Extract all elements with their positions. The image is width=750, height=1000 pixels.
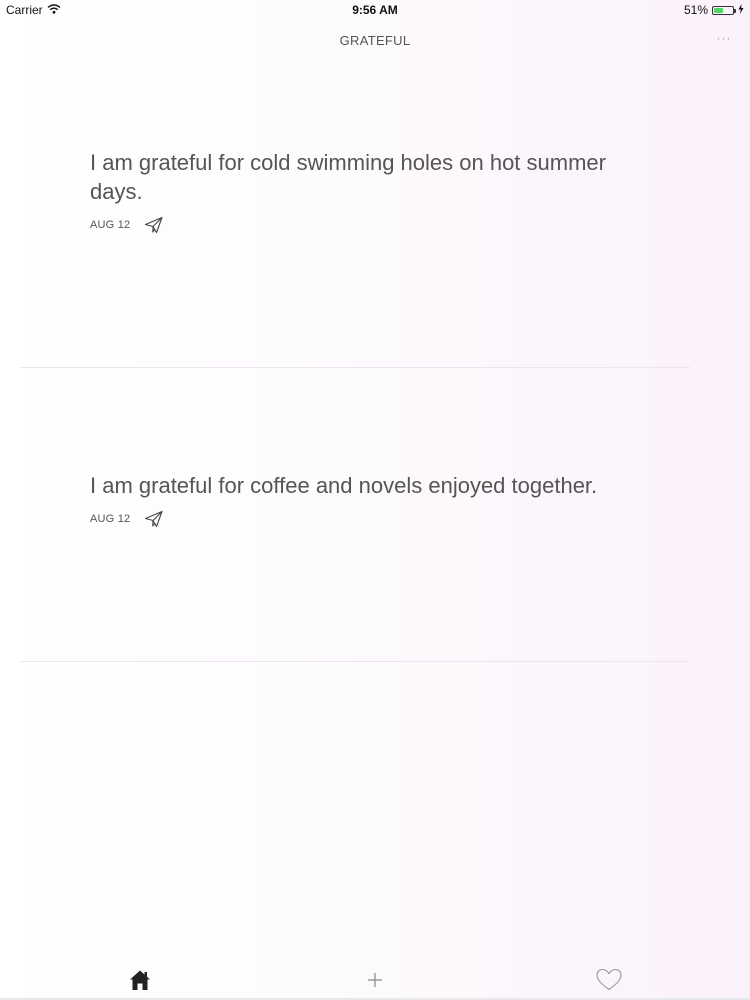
charging-bolt-icon <box>738 3 744 17</box>
entry-divider <box>20 661 690 662</box>
tab-home[interactable] <box>120 968 160 996</box>
entry-text: I am grateful for coffee and novels enjo… <box>90 473 598 498</box>
tab-add[interactable] <box>355 968 395 996</box>
entry-date: AUG 12 <box>90 513 131 525</box>
battery-icon <box>712 5 736 15</box>
tab-favorites[interactable] <box>589 968 629 996</box>
battery-percent: 51% <box>683 3 708 17</box>
entry-divider <box>20 367 690 368</box>
entry-date: AUG 12 <box>90 219 131 231</box>
plus-icon <box>366 971 384 994</box>
status-time: 9:56 AM <box>352 3 398 17</box>
status-bar: Carrier 9:56 AM 51% <box>0 0 750 20</box>
paper-plane-share-icon[interactable] <box>144 216 164 234</box>
header: GRATEFUL ··· <box>0 30 750 54</box>
battery-fill <box>714 7 724 13</box>
paper-plane-share-icon[interactable] <box>144 510 164 528</box>
tab-bar <box>0 960 750 1000</box>
more-options-button[interactable]: ··· <box>712 30 736 46</box>
entry-meta: AUG 12 <box>90 216 164 234</box>
heart-icon <box>595 968 623 997</box>
page-title: GRATEFUL <box>339 33 411 48</box>
entry-meta: AUG 12 <box>90 510 164 528</box>
home-icon <box>129 969 151 996</box>
status-right: 51% <box>684 3 744 17</box>
entry-text: I am grateful for cold swimming holes on… <box>90 150 606 204</box>
